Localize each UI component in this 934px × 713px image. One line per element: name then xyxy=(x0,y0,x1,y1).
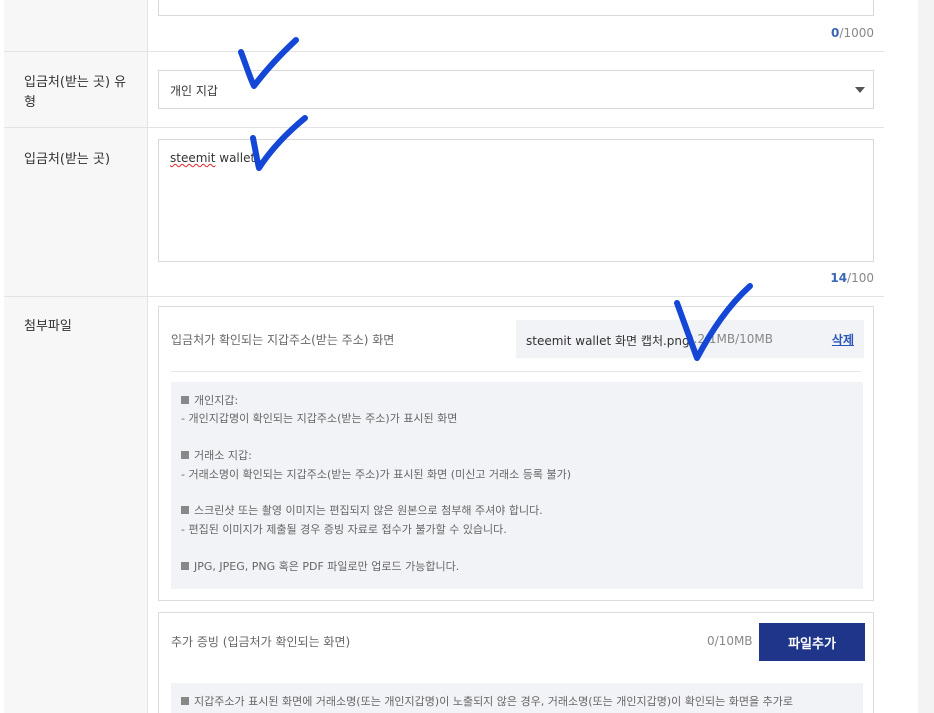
panel-divider xyxy=(171,371,861,372)
square-bullet-icon xyxy=(181,506,189,515)
guide-line: - 편집된 이미지가 제출될 경우 증빙 자료로 접수가 불가할 수 있습니다. xyxy=(181,522,507,536)
guide-line: 스크린샷 또는 촬영 이미지는 편집되지 않은 원본으로 첨부해 주셔야 합니다… xyxy=(181,502,853,520)
square-bullet-icon xyxy=(181,451,189,460)
attachment-panel-title: 입금처가 확인되는 지갑주소(받는 주소) 화면 xyxy=(171,333,395,347)
add-file-button[interactable]: 파일추가 xyxy=(759,623,865,661)
row-divider xyxy=(4,51,884,52)
additional-proof-size: 0/10MB xyxy=(707,634,753,648)
square-bullet-icon xyxy=(181,697,189,705)
row-divider xyxy=(4,296,884,297)
attachment-label: 첨부파일 xyxy=(24,319,72,334)
destination-label: 입금처(받는 곳) xyxy=(24,152,111,167)
memo-textarea[interactable] xyxy=(158,0,874,16)
square-bullet-icon xyxy=(181,561,189,570)
deposit-type-selected-value: 개인 지갑 xyxy=(170,84,218,98)
deposit-type-select[interactable]: 개인 지갑 xyxy=(158,70,874,109)
uploaded-file-chip: steemit wallet 화면 캡처.png 0.2 1MB/10MB 삭제 xyxy=(516,320,864,358)
square-bullet-icon xyxy=(181,396,189,404)
delete-file-link[interactable]: 삭제 xyxy=(832,331,854,348)
column-divider xyxy=(147,0,148,713)
guide-line: - 거래소명이 확인되는 지갑주소(받는 주소)가 표시된 화면 (미신고 거래… xyxy=(181,467,572,481)
guide-line: 개인지갑: xyxy=(181,392,853,410)
page-scroll-gutter[interactable] xyxy=(918,0,934,713)
additional-proof-panel: 추가 증빙 (입금처가 확인되는 화면) 0/10MB 파일추가 지갑주소가 표… xyxy=(158,612,874,713)
guide-line: JPG, JPEG, PNG 혹은 PDF 파일로만 업로드 가능합니다. xyxy=(181,558,853,576)
destination-char-counter: 14/100 xyxy=(830,271,874,285)
uploaded-file-name: steemit wallet 화면 캡처.png xyxy=(526,334,690,348)
attachment-guide: 개인지갑: - 개인지갑명이 확인되는 지갑주소(받는 주소)가 표시된 화면 … xyxy=(171,382,863,589)
guide-line: 거래소 지갑: xyxy=(181,447,853,465)
deposit-type-label: 입금처(받는 곳) 유 형 xyxy=(24,75,127,110)
label-cell-top xyxy=(4,0,147,51)
attachment-panel: 입금처가 확인되는 지갑주소(받는 주소) 화면 steemit wallet … xyxy=(158,306,874,601)
additional-proof-guide: 지갑주소가 표시된 화면에 거래소명(또는 개인지갑명)이 노출되지 않은 경우… xyxy=(171,683,863,713)
row-divider xyxy=(4,127,884,128)
destination-textarea[interactable]: steemit wallet xyxy=(158,139,874,262)
additional-proof-title: 추가 증빙 (입금처가 확인되는 화면) xyxy=(171,635,351,649)
memo-char-counter: 0/1000 xyxy=(831,26,874,40)
destination-value: steemit wallet xyxy=(170,151,256,165)
guide-line: - 개인지갑명이 확인되는 지갑주소(받는 주소)가 표시된 화면 xyxy=(181,412,458,426)
uploaded-file-size: 0.2 1MB/10MB xyxy=(686,332,774,346)
chevron-down-icon xyxy=(855,87,865,93)
label-cell-attachment xyxy=(4,297,147,713)
